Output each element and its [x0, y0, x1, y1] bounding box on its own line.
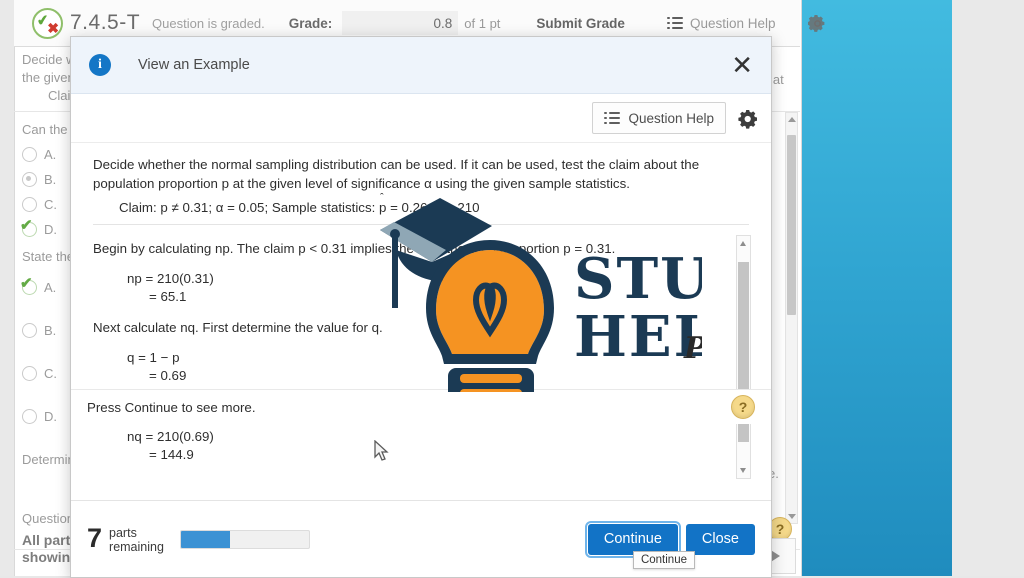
footer-buttons: Continue Close — [584, 520, 755, 558]
question-help-label: Question Help — [689, 15, 776, 31]
question-id: 7.4.5-T — [70, 11, 141, 34]
close-button[interactable]: Close — [685, 523, 755, 555]
scroll-up-arrow-icon[interactable] — [740, 241, 746, 246]
equation-2-line-2: = 0.69 — [149, 368, 187, 383]
press-continue-row: Press Continue to see more. ? — [71, 389, 771, 424]
scroll-up-arrow-icon[interactable] — [788, 117, 796, 122]
continue-button[interactable]: Continue — [584, 520, 681, 558]
grade-of-label: of 1 pt — [464, 15, 501, 31]
list-icon — [666, 16, 683, 30]
modal-help-button[interactable]: ? — [731, 395, 755, 419]
solution-steps: Begin by calculating np. The claim p < 0… — [71, 231, 757, 481]
modal-question-help-label: Question Help — [628, 110, 714, 126]
modal-question-help-button[interactable]: Question Help — [592, 102, 726, 134]
submit-grade-label: Submit Grade — [536, 15, 625, 31]
view-an-example-modal: i View an Example ✕ Question Help Decide… — [70, 36, 772, 578]
page-right-gutter — [952, 0, 1024, 576]
parts-remaining: 7 parts remaining — [87, 522, 164, 554]
claim-prefix: Claim: p ≠ 0.31; α = 0.05; Sample statis… — [119, 200, 379, 215]
equation-1-line-1: np = 210(0.31) — [127, 271, 214, 286]
grade-value-box: 0.8 — [342, 11, 459, 35]
modal-footer: 7 parts remaining Continue Close Continu… — [71, 500, 771, 577]
scroll-down-arrow-icon[interactable] — [740, 468, 746, 473]
radio-icon — [22, 366, 37, 381]
radio-icon — [22, 409, 37, 424]
equation-2: q = 1 − p = 0.69 — [127, 349, 727, 385]
radio-icon — [22, 323, 37, 338]
bg-option-label: C. — [44, 366, 57, 381]
equation-1: np = 210(0.31) = 65.1 — [127, 270, 727, 306]
problem-statement: Decide whether the normal sampling distr… — [71, 143, 771, 231]
grade-value: 0.8 — [433, 15, 453, 31]
press-continue-text: Press Continue to see more. — [87, 399, 256, 415]
info-icon: i — [89, 54, 111, 76]
list-icon — [604, 111, 621, 125]
bg-option-label: A. — [44, 147, 57, 162]
gear-icon — [806, 14, 827, 33]
radio-checked-icon — [20, 274, 37, 295]
close-icon[interactable]: ✕ — [731, 52, 753, 78]
radio-checked-icon — [20, 216, 37, 237]
equation-3: nq = 210(0.69) = 144.9 — [127, 428, 727, 464]
right-blue-rail — [802, 0, 952, 576]
solution-scrollbar[interactable] — [736, 235, 751, 479]
problem-divider — [93, 224, 749, 225]
parts-label: parts remaining — [109, 525, 164, 554]
parts-label-line2: remaining — [109, 539, 164, 554]
equation-3-line-2: = 144.9 — [149, 447, 194, 462]
step-2-text: Next calculate nq. First determine the v… — [93, 320, 383, 335]
bg-option-label: B. — [44, 323, 57, 338]
problem-line-1: Decide whether the normal sampling distr… — [93, 157, 700, 172]
progress-bar — [179, 529, 310, 549]
parts-label-line1: parts — [109, 525, 137, 540]
radio-icon — [22, 147, 37, 162]
hat-accent: ˆ — [379, 192, 384, 204]
settings-button[interactable] — [794, 0, 841, 46]
bg-option-label: D. — [44, 222, 57, 237]
check-x-circle-icon: ✔ ✖ — [32, 7, 63, 39]
bg-option-label: A. — [44, 280, 57, 295]
modal-header: i View an Example ✕ — [71, 37, 771, 94]
scroll-thumb[interactable] — [787, 135, 796, 315]
equation-2-line-1: q = 1 − p — [127, 350, 180, 365]
radio-icon — [22, 172, 37, 187]
step-1-text: Begin by calculating np. The claim p < 0… — [93, 241, 616, 256]
modal-toolbar: Question Help — [71, 94, 771, 143]
parts-count: 7 — [87, 522, 103, 553]
problem-claim: Claim: p ≠ 0.31; α = 0.05; Sample statis… — [119, 192, 749, 217]
equation-3-line-1: nq = 210(0.69) — [127, 429, 214, 444]
question-status: Question is graded. — [152, 15, 265, 31]
bg-option-label: D. — [44, 409, 57, 424]
page-left-gutter — [0, 0, 14, 576]
radio-icon — [22, 197, 37, 212]
continue-tooltip: Continue — [632, 551, 695, 569]
solution-steps-region: Begin by calculating np. The claim p < 0… — [71, 231, 757, 481]
grade-label: Grade: — [288, 15, 333, 31]
bg-option-label: B. — [44, 172, 57, 187]
progress-bar-fill — [180, 530, 230, 548]
bg-option-label: C. — [44, 197, 57, 212]
p-hat-symbol: ˆp — [379, 192, 386, 217]
claim-suffix: = 0.26, n = 210 — [386, 200, 480, 215]
equation-1-line-2: = 65.1 — [149, 289, 187, 304]
modal-title: View an Example — [138, 57, 250, 73]
gear-icon[interactable] — [738, 109, 757, 129]
problem-line-2: population proportion p at the given lev… — [93, 176, 630, 191]
page-scrollbar[interactable] — [785, 112, 798, 524]
modal-body: Decide whether the normal sampling distr… — [71, 143, 771, 500]
